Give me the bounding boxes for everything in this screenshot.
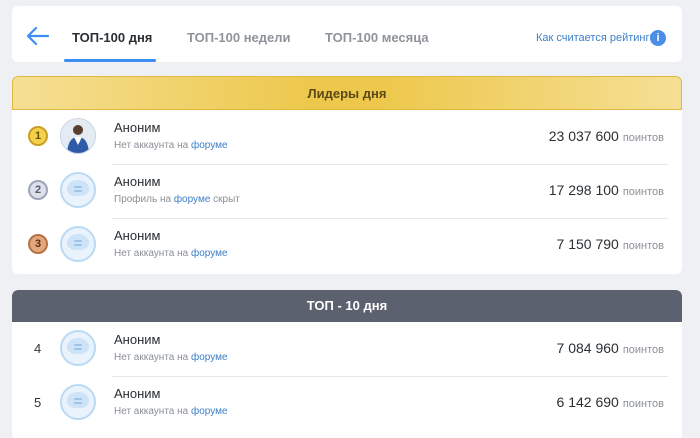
player-points: 23 037 600 поинтов xyxy=(548,128,664,144)
rating-help-link[interactable]: Как считается рейтинг? xyxy=(536,32,656,44)
forum-link[interactable]: форуме xyxy=(191,352,228,363)
tab-top100-month[interactable]: ТОП-100 месяца xyxy=(325,30,429,45)
player-forum-status: Нет аккаунта на форуме xyxy=(114,140,228,151)
player-name: Аноним xyxy=(114,174,161,189)
tab-top100-week[interactable]: ТОП-100 недели xyxy=(187,30,291,45)
leaders-title: Лидеры дня xyxy=(12,76,682,110)
default-avatar-icon xyxy=(60,172,96,208)
leader-row[interactable]: 3 Аноним Нет аккаунта на форуме 7 150 79… xyxy=(12,218,682,272)
player-points: 7 084 960 поинтов xyxy=(556,340,664,356)
leaders-card: Лидеры дня 1 Аноним Нет аккаунта на фору… xyxy=(12,76,682,274)
player-points: 17 298 100 поинтов xyxy=(548,182,664,198)
default-avatar-icon xyxy=(60,330,96,366)
rank-number: 5 xyxy=(34,395,42,410)
player-forum-status: Нет аккаунта на форуме xyxy=(114,406,228,417)
leader-row[interactable]: 2 Аноним Профиль на форуме скрыт 17 298 … xyxy=(12,164,682,218)
tab-top100-day[interactable]: ТОП-100 дня xyxy=(72,30,152,45)
ranking-row[interactable]: 5 Аноним Нет аккаунта на форуме 6 142 69… xyxy=(12,376,682,430)
rating-tabs-bar: ТОП-100 дня ТОП-100 недели ТОП-100 месяц… xyxy=(12,6,682,62)
player-name: Аноним xyxy=(114,228,161,243)
default-avatar-icon xyxy=(60,226,96,262)
player-points: 7 150 790 поинтов xyxy=(556,236,664,252)
default-avatar-icon xyxy=(60,384,96,420)
ranking-row[interactable]: 4 Аноним Нет аккаунта на форуме 7 084 96… xyxy=(12,322,682,376)
avatar xyxy=(60,118,96,154)
forum-link[interactable]: форуме xyxy=(191,406,228,417)
back-arrow-icon[interactable] xyxy=(26,26,50,46)
leader-row[interactable]: 1 Аноним Нет аккаунта на форуме 23 037 6… xyxy=(12,110,682,164)
player-forum-status: Нет аккаунта на форуме xyxy=(114,248,228,259)
forum-link[interactable]: форуме xyxy=(191,140,228,151)
active-tab-indicator xyxy=(64,59,156,62)
player-forum-status: Нет аккаунта на форуме xyxy=(114,352,228,363)
player-name: Аноним xyxy=(114,332,161,347)
rank-number: 4 xyxy=(34,341,42,356)
player-name: Аноним xyxy=(114,386,161,401)
top10-title: ТОП - 10 дня xyxy=(12,290,682,322)
forum-link[interactable]: форуме xyxy=(174,194,211,205)
user-photo-icon xyxy=(61,119,95,153)
player-forum-status: Профиль на форуме скрыт xyxy=(114,194,240,205)
gold-medal-icon: 1 xyxy=(28,126,48,146)
silver-medal-icon: 2 xyxy=(28,180,48,200)
player-name: Аноним xyxy=(114,120,161,135)
player-points: 6 142 690 поинтов xyxy=(556,394,664,410)
bronze-medal-icon: 3 xyxy=(28,234,48,254)
top10-card: ТОП - 10 дня 4 Аноним Нет аккаунта на фо… xyxy=(12,290,682,438)
forum-link[interactable]: форуме xyxy=(191,248,228,259)
info-icon[interactable]: i xyxy=(650,30,666,46)
